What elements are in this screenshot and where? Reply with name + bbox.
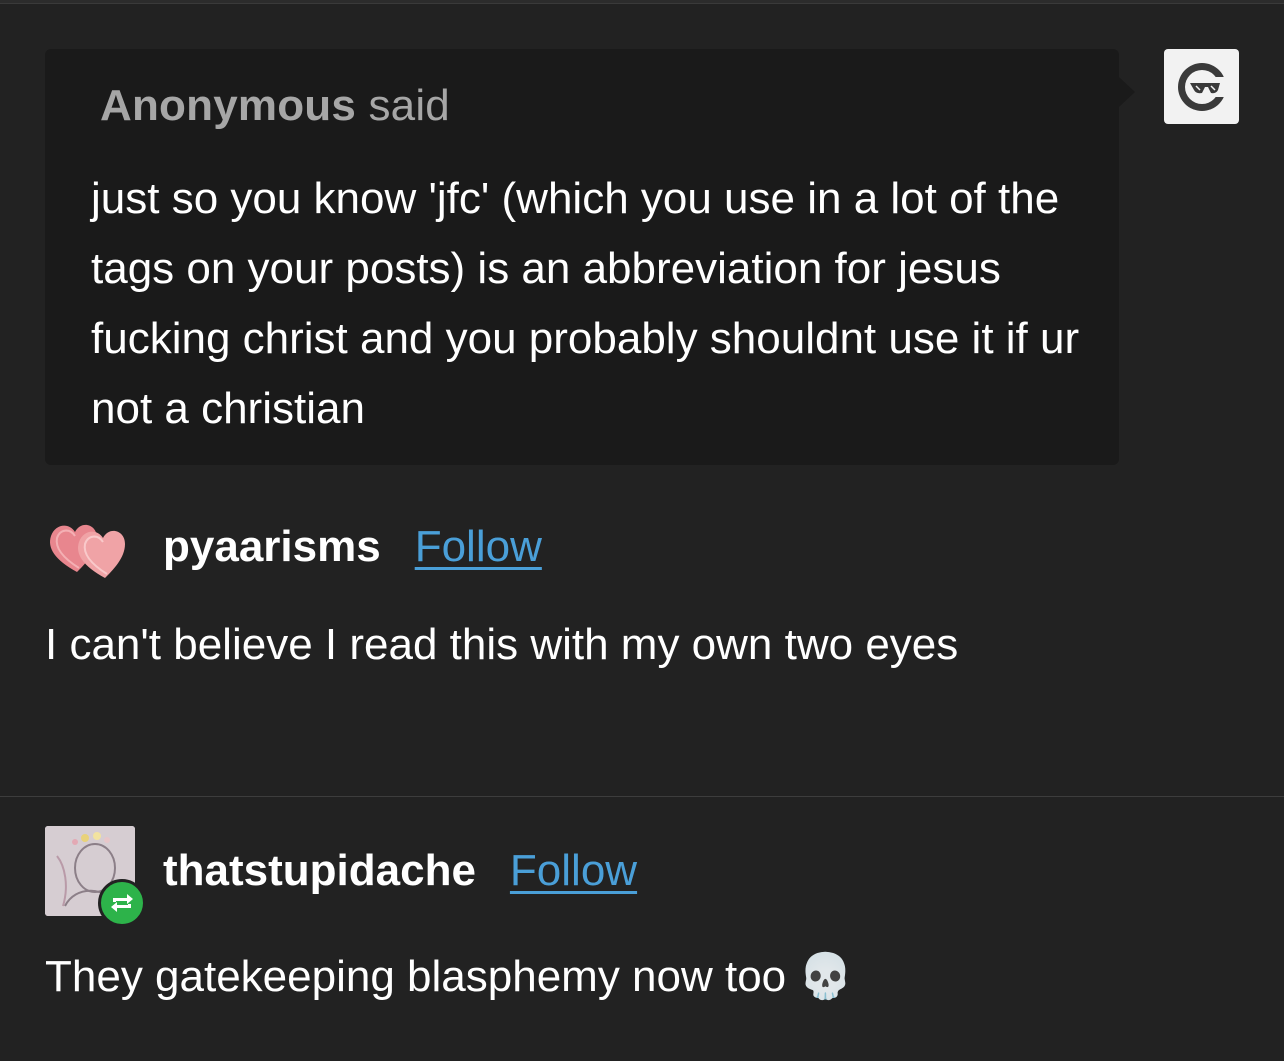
anonymous-avatar[interactable] (1164, 49, 1239, 124)
username[interactable]: pyaarisms (163, 522, 381, 572)
post-text: They gatekeeping blasphemy now too (45, 952, 787, 1001)
top-divider (0, 0, 1284, 4)
ask-question: just so you know 'jfc' (which you use in… (91, 174, 1080, 433)
post-header-thatstupidache: thatstupidache Follow (45, 826, 637, 927)
reblog-badge (98, 879, 146, 927)
post-divider (0, 796, 1284, 797)
ask-bubble: Anonymous said just so you know 'jfc' (w… (45, 49, 1135, 465)
reblog-icon (111, 894, 133, 912)
follow-button[interactable]: Follow (510, 846, 637, 896)
post-text-thatstupidache: They gatekeeping blasphemy now too 💀 (45, 950, 853, 1002)
asker-line: Anonymous said (100, 81, 450, 131)
avatar[interactable] (45, 826, 146, 927)
post-text-pyaarisms: I can't believe I read this with my own … (45, 620, 959, 669)
post-header-pyaarisms: pyaarisms Follow (45, 502, 542, 592)
asker-name: Anonymous (100, 81, 357, 130)
anonymous-sunglasses-icon (1177, 62, 1230, 111)
username[interactable]: thatstupidache (163, 846, 476, 896)
asker-said: said (356, 81, 450, 130)
follow-button[interactable]: Follow (415, 522, 542, 572)
skull-icon: 💀 (798, 952, 854, 1001)
pink-macaron-hearts-icon[interactable] (45, 512, 135, 582)
